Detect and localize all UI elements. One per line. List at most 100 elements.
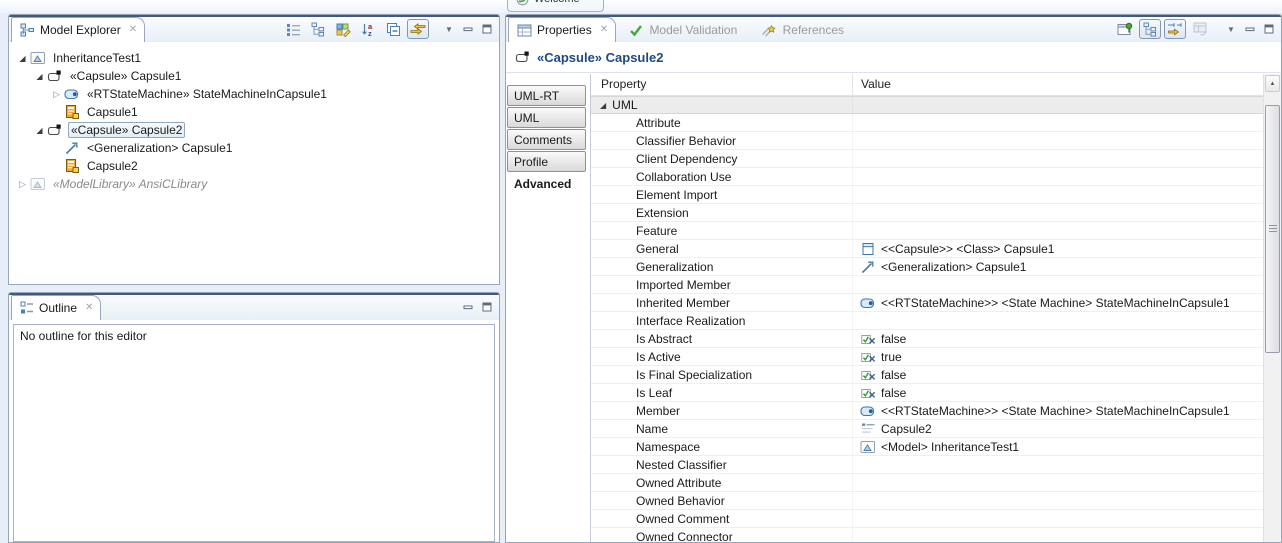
close-icon[interactable]: ✕ xyxy=(600,25,608,35)
property-value-cell[interactable]: true xyxy=(853,350,1263,364)
link-with-editor-button[interactable] xyxy=(407,19,429,39)
property-row[interactable]: Imported Member xyxy=(591,276,1263,294)
property-row[interactable]: Is Final Specializationfalse xyxy=(591,366,1263,384)
property-value-cell[interactable]: Capsule2 xyxy=(853,421,1263,436)
pin-view-button[interactable] xyxy=(1114,19,1136,39)
property-name: Owned Attribute xyxy=(636,476,721,490)
property-value: <Generalization> Capsule1 xyxy=(881,260,1026,274)
tree-item[interactable]: ◢InheritanceTest1 xyxy=(9,49,499,67)
show-list-view-button[interactable] xyxy=(282,19,304,39)
show-tree-view-button[interactable] xyxy=(307,19,329,39)
tree-item[interactable]: Capsule2 xyxy=(9,157,499,175)
property-row[interactable]: Collaboration Use xyxy=(591,168,1263,186)
side-tab-profile[interactable]: Profile xyxy=(507,151,586,172)
property-value: true xyxy=(881,350,902,364)
tab-outline[interactable]: Outline ✕ xyxy=(11,295,101,320)
property-name-cell: Extension xyxy=(591,204,853,221)
expanded-arrow-icon[interactable]: ◢ xyxy=(32,126,47,135)
property-value-cell[interactable]: false xyxy=(853,386,1263,400)
close-icon[interactable]: ✕ xyxy=(129,25,137,35)
property-row[interactable]: Element Import xyxy=(591,186,1263,204)
property-row[interactable]: NameCapsule2 xyxy=(591,420,1263,438)
collapsed-arrow-icon[interactable]: ▷ xyxy=(15,179,30,190)
property-name-cell: Is Leaf xyxy=(591,384,853,401)
property-row[interactable]: Is Leaffalse xyxy=(591,384,1263,402)
maximize-button[interactable] xyxy=(1261,19,1277,39)
property-row[interactable]: Is Abstractfalse xyxy=(591,330,1263,348)
property-row[interactable]: Attribute xyxy=(591,114,1263,132)
tree-item-label: Capsule1 xyxy=(85,105,140,119)
tree-mode-button[interactable] xyxy=(1139,19,1161,39)
tree-item[interactable]: <Generalization> Capsule1 xyxy=(9,139,499,157)
property-row[interactable]: Member<<RTStateMachine>> <State Machine>… xyxy=(591,402,1263,420)
property-row[interactable]: Is Activetrue xyxy=(591,348,1263,366)
expanded-arrow-icon[interactable]: ◢ xyxy=(600,101,606,110)
property-row[interactable]: Namespace<Model> InheritanceTest1 xyxy=(591,438,1263,456)
tree-item[interactable]: ◢«Capsule» Capsule2 xyxy=(9,121,499,139)
property-value-cell[interactable]: <<Capsule>> <Class> Capsule1 xyxy=(853,241,1263,257)
tree-item-label: <Generalization> Capsule1 xyxy=(85,141,234,155)
tab-model-validation[interactable]: Model Validation xyxy=(619,18,747,43)
sort-alphabetically-button[interactable]: az xyxy=(357,19,379,39)
expanded-arrow-icon[interactable]: ◢ xyxy=(15,54,30,63)
property-row[interactable]: Extension xyxy=(591,204,1263,222)
property-row[interactable]: Owned Attribute xyxy=(591,474,1263,492)
tree-item[interactable]: ▷ «ModelLibrary» AnsiCLibrary xyxy=(9,175,499,193)
property-row[interactable]: Feature xyxy=(591,222,1263,240)
outline-message: No outline for this editor xyxy=(20,329,147,343)
property-row[interactable]: Owned Connector xyxy=(591,528,1263,542)
scrollbar-thumb[interactable] xyxy=(1265,105,1280,353)
property-row[interactable]: Nested Classifier xyxy=(591,456,1263,474)
property-value-cell[interactable]: <Generalization> Capsule1 xyxy=(853,259,1263,275)
scroll-up-button[interactable]: ▲ xyxy=(1265,75,1280,92)
table-view-button[interactable] xyxy=(1189,19,1211,39)
view-menu-button[interactable]: ▼ xyxy=(441,19,457,39)
tree-item[interactable]: ▷«RTStateMachine» StateMachineInCapsule1 xyxy=(9,85,499,103)
property-row[interactable]: Interface Realization xyxy=(591,312,1263,330)
tree-item[interactable]: ◢«Capsule» Capsule1 xyxy=(9,67,499,85)
view-menu-button[interactable]: ▼ xyxy=(1223,19,1239,39)
property-row[interactable]: Inherited Member<<RTStateMachine>> <Stat… xyxy=(591,294,1263,312)
property-name: General xyxy=(636,242,679,256)
property-value-cell[interactable]: <Model> InheritanceTest1 xyxy=(853,439,1263,455)
property-value-cell[interactable]: <<RTStateMachine>> <State Machine> State… xyxy=(853,295,1263,311)
tab-welcome[interactable]: Welcome xyxy=(507,0,604,12)
collapsed-arrow-icon[interactable]: ▷ xyxy=(49,89,64,100)
property-name: Owned Connector xyxy=(636,530,733,543)
tab-properties[interactable]: Properties ✕ xyxy=(508,17,616,42)
maximize-button[interactable] xyxy=(479,297,495,317)
minimize-button[interactable] xyxy=(460,297,476,317)
property-row[interactable]: Generalization<Generalization> Capsule1 xyxy=(591,258,1263,276)
tree-item-label: «ModelLibrary» AnsiCLibrary xyxy=(51,177,209,191)
vertical-scrollbar[interactable]: ▲ xyxy=(1263,74,1281,542)
property-value: <<RTStateMachine>> <State Machine> State… xyxy=(881,404,1230,418)
property-group-row[interactable]: ◢UML xyxy=(591,96,1263,114)
side-tab-uml[interactable]: UML xyxy=(507,107,586,128)
property-row[interactable]: Owned Behavior xyxy=(591,492,1263,510)
generalization-icon xyxy=(64,140,80,156)
model-explorer-view: Model Explorer ✕ az ▼ xyxy=(8,14,500,285)
side-tab-uml-rt[interactable]: UML-RT xyxy=(507,85,586,106)
minimize-button[interactable] xyxy=(460,19,476,39)
property-row[interactable]: Classifier Behavior xyxy=(591,132,1263,150)
close-icon[interactable]: ✕ xyxy=(85,303,93,313)
side-tab-comments[interactable]: Comments xyxy=(507,129,586,150)
property-value: <<Capsule>> <Class> Capsule1 xyxy=(881,242,1054,256)
tab-references[interactable]: References xyxy=(751,18,854,43)
collapse-all-button[interactable] xyxy=(382,19,404,39)
flat-mode-button[interactable] xyxy=(1164,19,1186,39)
side-tab-advanced[interactable]: Advanced xyxy=(507,173,586,194)
property-row[interactable]: Owned Comment xyxy=(591,510,1263,528)
property-value-cell[interactable]: false xyxy=(853,332,1263,346)
property-value-cell[interactable]: false xyxy=(853,368,1263,382)
tab-model-explorer[interactable]: Model Explorer ✕ xyxy=(11,17,145,42)
minimize-button[interactable] xyxy=(1242,19,1258,39)
tree-item[interactable]: Capsule1 xyxy=(9,103,499,121)
capsule-icon xyxy=(515,49,531,65)
expanded-arrow-icon[interactable]: ◢ xyxy=(32,72,47,81)
customize-view-button[interactable] xyxy=(332,19,354,39)
property-value-cell[interactable]: <<RTStateMachine>> <State Machine> State… xyxy=(853,403,1263,419)
property-row[interactable]: General <<Capsule>> <Class> Capsule1 xyxy=(591,240,1263,258)
property-row[interactable]: Client Dependency xyxy=(591,150,1263,168)
maximize-button[interactable] xyxy=(479,19,495,39)
